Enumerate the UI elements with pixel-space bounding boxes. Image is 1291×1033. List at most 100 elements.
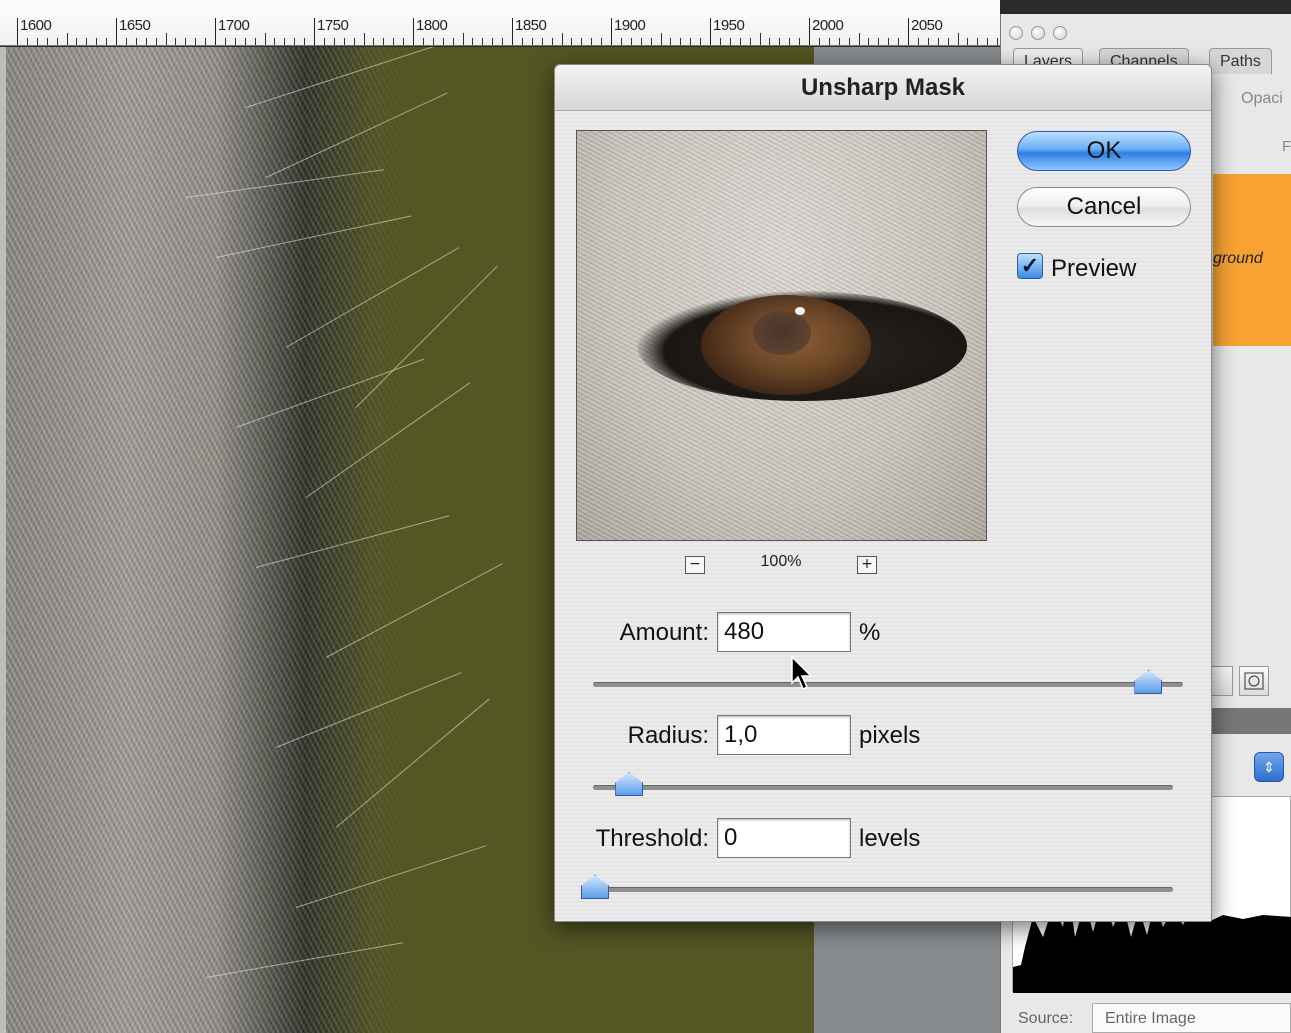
minimize-window-icon[interactable] [1031,26,1045,40]
radius-label: Radius: [627,722,709,749]
ruler-minor-tick [541,38,543,45]
ruler-minor-tick [294,38,296,45]
ruler-minor-tick [452,38,454,45]
ruler-minor-tick [690,38,692,45]
ruler-tick-label: 1600 [20,17,52,34]
ruler-minor-tick [185,38,187,45]
ruler-minor-tick [521,38,523,45]
zoom-out-button[interactable]: − [685,556,705,574]
ruler-minor-tick [254,38,256,45]
ruler-minor-tick [749,38,751,45]
ruler-minor-tick [848,38,850,45]
ruler-minor-tick [828,38,830,45]
radius-slider-thumb[interactable] [615,772,641,794]
dialog-titlebar[interactable]: Unsharp Mask [555,65,1211,111]
ruler-minor-tick [779,38,781,45]
ruler-minor-tick [581,38,583,45]
ruler-minor-tick [502,38,504,45]
preview-checkbox[interactable]: ✓ [1017,253,1043,279]
threshold-field[interactable] [717,818,851,858]
ruler-minor-tick [700,38,702,45]
ruler-minor-tick [234,38,236,45]
threshold-slider-thumb[interactable] [581,875,607,897]
ruler-minor-tick [482,38,484,45]
ruler-minor-tick [987,38,989,45]
ruler-minor-tick [650,38,652,45]
ruler-tick-label: 1700 [218,17,250,34]
ruler-minor-tick [947,38,949,45]
close-window-icon[interactable] [1009,26,1023,40]
preview-eye-glint [795,307,805,315]
ruler-minor-tick [56,38,58,45]
radius-field[interactable] [717,715,851,755]
zoom-level: 100% [760,553,802,570]
fill-label: F [1282,138,1291,155]
ruler-minor-tick [353,38,355,45]
ruler-minor-tick [739,38,741,45]
ruler-minor-tick [125,38,127,45]
ruler-minor-tick [383,38,385,45]
ruler-tick-label: 1900 [614,17,646,34]
ruler-tick-label: 1750 [317,17,349,34]
layer-mask-button[interactable] [1239,666,1269,696]
ruler-minor-tick [244,38,246,45]
histogram-channel-select[interactable]: ⇕ [1254,752,1284,782]
mask-icon [1244,672,1264,690]
ruler-minor-tick [957,33,959,45]
ruler-minor-tick [432,38,434,45]
ruler-minor-tick [96,38,98,45]
ruler-minor-tick [165,33,167,45]
ruler-minor-tick [640,38,642,45]
zoom-window-icon[interactable] [1053,26,1067,40]
ok-button[interactable]: OK [1017,131,1191,171]
ruler-minor-tick [492,38,494,45]
layers-panel-titlebar [1001,18,1291,46]
threshold-unit: levels [859,825,921,852]
filter-preview[interactable] [576,130,987,541]
ruler-minor-tick [333,38,335,45]
ruler-minor-tick [997,38,999,45]
ruler-minor-tick [195,38,197,45]
amount-slider-thumb[interactable] [1134,670,1160,692]
threshold-slider-track[interactable] [581,887,1173,892]
radius-slider-track[interactable] [593,785,1173,790]
ruler-minor-tick [977,38,979,45]
ruler-minor-tick [46,38,48,45]
ruler-tick-label: 1850 [515,17,547,34]
ruler-minor-tick [858,33,860,45]
source-select[interactable]: Entire Image [1092,1003,1291,1033]
ruler-minor-tick [620,38,622,45]
ruler-minor-tick [205,38,207,45]
preview-label: Preview [1051,255,1137,282]
ruler-tick-label: 1950 [713,17,745,34]
threshold-label: Threshold: [595,825,709,852]
ruler-minor-tick [66,33,68,45]
ruler-minor-tick [343,38,345,45]
ruler-minor-tick [274,38,276,45]
ruler-minor-tick [571,38,573,45]
opacity-label: Opaci [1241,90,1283,107]
ruler-minor-tick [630,38,632,45]
ruler-minor-tick [363,33,365,45]
ruler-major-tick [611,18,612,45]
ruler-minor-tick [393,38,395,45]
ruler-minor-tick [937,38,939,45]
ruler-tick-label: 1800 [416,17,448,34]
cancel-button[interactable]: Cancel [1017,187,1191,227]
ruler-major-tick [116,18,117,45]
ruler-major-tick [413,18,414,45]
amount-field[interactable] [717,612,851,652]
ruler-minor-tick [719,38,721,45]
ruler-tick-label: 2050 [911,17,943,34]
ruler-minor-tick [818,38,820,45]
ruler-minor-tick [36,38,38,45]
ruler-minor-tick [878,38,880,45]
tab-paths[interactable]: Paths [1209,48,1272,74]
ruler-top-band [0,0,1000,14]
histogram-panel-header [1212,708,1291,734]
ruler-minor-tick [323,38,325,45]
amount-slider-track[interactable] [593,682,1183,687]
zoom-in-button[interactable]: + [857,556,877,574]
ruler-minor-tick [551,38,553,45]
ruler-minor-tick [86,38,88,45]
